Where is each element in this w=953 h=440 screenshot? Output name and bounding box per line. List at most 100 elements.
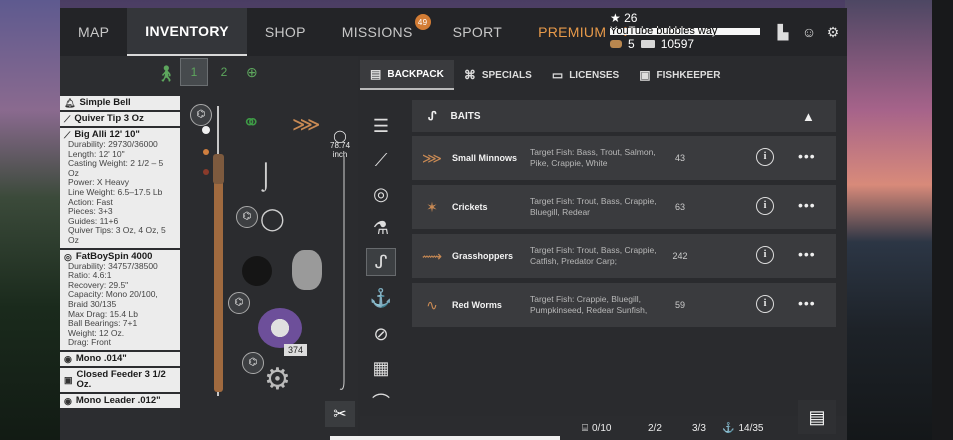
list-item-bait[interactable]: ∿ Red Worms Target Fish: Crappie, Bluegi… bbox=[412, 283, 836, 327]
info-icon[interactable]: i bbox=[756, 295, 774, 313]
more-options-icon[interactable]: ••• bbox=[798, 295, 816, 311]
rod-visual bbox=[202, 106, 224, 396]
mono-line-spool-icon[interactable] bbox=[258, 308, 302, 348]
line-spool-slot-icon[interactable]: ◯ bbox=[260, 206, 285, 232]
bell-tackle-icon[interactable]: ⚭ bbox=[242, 110, 260, 136]
money-amount: 10597 bbox=[660, 37, 695, 51]
info-icon[interactable]: i bbox=[756, 197, 774, 215]
rod-component-icon[interactable]: ⌬ bbox=[242, 352, 264, 374]
tab-inventory[interactable]: INVENTORY bbox=[127, 8, 247, 56]
bottom-input-bar[interactable] bbox=[330, 436, 560, 440]
tab-backpack[interactable]: ▤ BACKPACK bbox=[360, 60, 454, 90]
star-icon: ★ bbox=[610, 11, 621, 25]
rod-stat: Casting Weight: 2 1/2 – 5 Oz bbox=[68, 158, 164, 178]
tab-fishkeeper-label: FISHKEEPER bbox=[656, 69, 721, 81]
tab-missions[interactable]: MISSIONS 49 bbox=[324, 8, 435, 56]
lures-category-icon[interactable]: ⚓ bbox=[366, 284, 396, 312]
leaderboard-icon[interactable]: ▙ bbox=[774, 24, 792, 40]
bait-count: 63 bbox=[674, 202, 685, 212]
cut-line-button[interactable]: ✂ bbox=[325, 401, 355, 427]
chat-bubble-icon: ▤ bbox=[808, 406, 826, 427]
list-item-bait[interactable]: ⟿ Grasshoppers Target Fish: Trout, Bass,… bbox=[412, 234, 836, 278]
bait-target-fish: Target Fish: Bass, Trout, Salmon, Pike, … bbox=[530, 147, 656, 168]
bait-name: Red Worms bbox=[452, 300, 502, 310]
rod-slot-1[interactable]: 1 bbox=[180, 58, 208, 86]
scissors-icon: ✂ bbox=[333, 406, 347, 423]
settings-gear-icon[interactable]: ⚙ bbox=[824, 24, 842, 40]
bait-name: Crickets bbox=[452, 202, 488, 212]
bait-target-fish: Target Fish: Trout, Bass, Crappie, Blueg… bbox=[530, 196, 657, 217]
tab-shop[interactable]: SHOP bbox=[247, 8, 324, 56]
bait-minnows-slot-icon[interactable]: ⋙ bbox=[292, 112, 320, 137]
rod-slot-2[interactable]: 2 bbox=[210, 58, 238, 86]
crickets-icon: ✶ bbox=[426, 198, 438, 215]
baits-category-icon[interactable]: ᔑ bbox=[366, 248, 396, 276]
hook-icon[interactable]: ⌡ bbox=[258, 160, 274, 191]
inventory-window: MAP INVENTORY SHOP MISSIONS 49 SPORT PRE… bbox=[60, 8, 847, 440]
hooks-capacity-value: 14/35 bbox=[738, 423, 764, 434]
rods-capacity-value: 2/2 bbox=[648, 423, 662, 434]
float-icon: ◯ bbox=[333, 129, 347, 143]
rod-component-icon[interactable]: ⌬ bbox=[228, 292, 250, 314]
rods-capacity: 2/2 bbox=[648, 423, 662, 434]
tab-specials[interactable]: ⌘ SPECIALS bbox=[454, 60, 542, 90]
star-rating: ★ 26 bbox=[610, 11, 637, 25]
tab-fishkeeper[interactable]: ▣ FISHKEEPER bbox=[629, 60, 730, 90]
license-icon: ▭ bbox=[551, 68, 564, 82]
section-title: BAITS bbox=[450, 110, 481, 122]
friends-icon[interactable]: ☺ bbox=[800, 24, 818, 40]
tackle-item-line[interactable]: ◉ Mono .014" bbox=[60, 351, 180, 366]
collapse-chevron-up-icon[interactable]: ▲ bbox=[802, 109, 815, 124]
grasshoppers-icon: ⟿ bbox=[421, 247, 443, 264]
list-item-bait[interactable]: ✶ Crickets Target Fish: Trout, Bass, Cra… bbox=[412, 185, 836, 229]
bait-count: 242 bbox=[672, 251, 688, 261]
more-options-icon[interactable]: ••• bbox=[798, 246, 816, 262]
tab-specials-label: SPECIALS bbox=[481, 69, 532, 81]
tackle-item-feeder[interactable]: ▣ Closed Feeder 3 1/2 Oz. bbox=[60, 367, 180, 392]
tab-licenses[interactable]: ▭ LICENSES bbox=[542, 60, 629, 90]
keepnet-icon[interactable]: ▦ bbox=[366, 354, 396, 382]
leader-line bbox=[339, 156, 345, 390]
more-options-icon[interactable]: ••• bbox=[798, 197, 816, 213]
reels-capacity-value: 3/3 bbox=[692, 423, 706, 434]
window-edge bbox=[932, 0, 953, 440]
rod-slot-3-icon[interactable]: ⊕ bbox=[246, 64, 258, 81]
bobber-category-icon[interactable]: ⊘ bbox=[366, 320, 396, 348]
chat-button[interactable]: ▤ bbox=[798, 400, 836, 434]
more-options-icon[interactable]: ••• bbox=[798, 148, 816, 164]
empty-slot-icon[interactable] bbox=[242, 256, 272, 286]
money-icon bbox=[640, 40, 655, 48]
rod-category-icon[interactable]: ⟋ bbox=[366, 146, 396, 174]
rod-component-icon[interactable]: ⌬ bbox=[236, 206, 258, 228]
inventory-subtabs: ▤ BACKPACK ⌘ SPECIALS ▭ LICENSES ▣ FISHKEEPE… bbox=[360, 60, 847, 90]
player-channel-name: YouTube bubbles way bbox=[610, 25, 718, 37]
tab-sport[interactable]: SPORT bbox=[435, 8, 520, 56]
specials-icon: ⌘ bbox=[463, 68, 476, 82]
tab-map[interactable]: MAP bbox=[60, 8, 127, 56]
line-length-badge: 374 bbox=[284, 344, 308, 356]
bait-target-fish: Target Fish: Crappie, Bluegill, Pumpkins… bbox=[530, 294, 648, 315]
tackle-item-name: Mono .014" bbox=[75, 352, 127, 364]
tackle-item-reel[interactable]: ◎ FatBoySpin 4000 Durability: 34757/38500… bbox=[60, 249, 180, 350]
reels-capacity: 3/3 bbox=[692, 423, 706, 434]
reel-slot-icon[interactable]: ⚙ bbox=[264, 362, 291, 397]
info-icon[interactable]: i bbox=[756, 148, 774, 166]
tackle-item-name: Quiver Tip 3 Oz bbox=[74, 113, 144, 124]
cabinet-icon[interactable]: ☰ bbox=[366, 112, 396, 140]
rod-component-icon[interactable]: ⌬ bbox=[190, 104, 212, 126]
info-icon[interactable]: i bbox=[756, 246, 774, 264]
tackle-item-bell[interactable]: 🔔︎ Simple Bell bbox=[60, 96, 180, 110]
terminal-tackle-icon[interactable]: ⚗ bbox=[366, 214, 396, 242]
feeder-slot-icon[interactable] bbox=[292, 250, 322, 290]
tackle-item-rod[interactable]: ⟋ Big Alli 12' 10" Durability: 29730/3600… bbox=[60, 128, 180, 248]
leader-length-label: ◯ 78.74 inch bbox=[330, 129, 350, 159]
tackle-item-leader[interactable]: ◉ Mono Leader .012" bbox=[60, 393, 180, 408]
baits-section-header[interactable]: ᔑ BAITS ▲ bbox=[412, 100, 836, 132]
tackle-item-quiver-tip[interactable]: ⟋ Quiver Tip 3 Oz bbox=[60, 112, 180, 126]
list-item-bait[interactable]: ⋙ Small Minnows Target Fish: Bass, Trout… bbox=[412, 136, 836, 180]
reel-stat: Drag: Front bbox=[68, 337, 111, 348]
line-category-icon[interactable]: ◎ bbox=[366, 180, 396, 208]
accessories-icon[interactable]: ⌒ bbox=[366, 388, 396, 416]
rod-stat: Quiver Tips: 3 Oz, 4 Oz, 5 Oz bbox=[68, 225, 166, 245]
line-spool-icon: ◉ bbox=[64, 353, 72, 364]
